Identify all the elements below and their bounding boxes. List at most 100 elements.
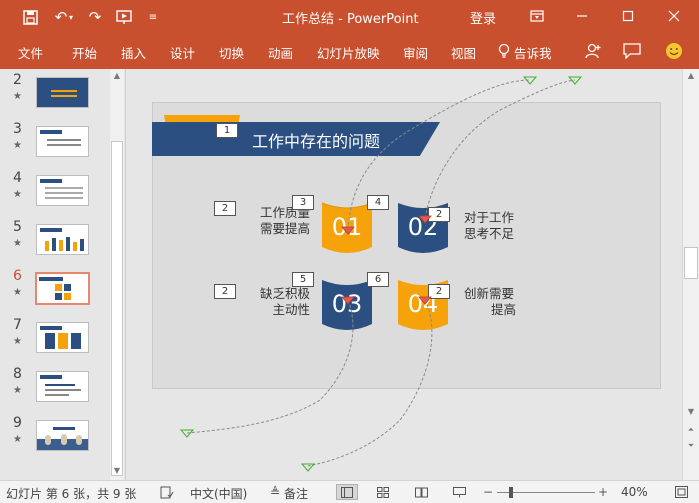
animation-tag[interactable]: 4 (367, 195, 389, 210)
tab-review[interactable]: 审阅 (403, 43, 428, 62)
maximize-icon[interactable] (613, 4, 643, 28)
editor-scrollbar-thumb[interactable] (684, 247, 698, 279)
normal-view-icon[interactable] (336, 484, 358, 500)
scroll-down-icon[interactable]: ▼ (684, 407, 698, 417)
minimize-icon[interactable] (567, 4, 597, 28)
item-number: 03 (331, 290, 363, 318)
animation-star-icon: ★ (13, 336, 22, 347)
thumbnail-slide-4[interactable] (36, 175, 89, 206)
save-icon[interactable] (19, 6, 41, 28)
lightbulb-icon[interactable] (496, 41, 512, 61)
item-cylinder-03[interactable]: 03 (322, 274, 372, 332)
zoom-slider-thumb[interactable] (509, 487, 513, 498)
animation-star-icon: ★ (13, 189, 22, 200)
slide-counter[interactable]: 幻灯片 第 6 张，共 9 张 (6, 485, 136, 502)
item-cylinder-02[interactable]: 02 (398, 197, 448, 255)
scroll-up-icon[interactable]: ▲ (111, 71, 123, 81)
thumbnail-slide-3[interactable] (36, 126, 89, 157)
item-number: 01 (331, 213, 363, 241)
document-title: 工作总结 - PowerPoint (282, 12, 419, 27)
item-cylinder-01[interactable]: 01 (322, 197, 372, 255)
thumbnails-scrollbar-thumb[interactable] (111, 141, 123, 476)
item-text-line: 思考不足 (464, 226, 515, 241)
thumbnail-slide-6[interactable] (35, 272, 90, 305)
item-text-02[interactable]: 对于工作 思考不足 (464, 210, 524, 242)
item-text-04[interactable]: 创新需要 提高 (464, 286, 516, 318)
item-text-line: 对于工作 (464, 210, 515, 225)
previous-slide-icon[interactable]: ⏶ (684, 425, 698, 437)
customize-toolbar-icon[interactable]: ≡ (142, 6, 164, 28)
scroll-down-icon[interactable]: ▼ (111, 466, 123, 476)
redo-icon[interactable]: ↷ (84, 6, 106, 28)
thumbnail-number: 7 (13, 317, 22, 333)
tab-animations[interactable]: 动画 (268, 43, 293, 62)
reading-view-icon[interactable] (412, 484, 430, 500)
animation-star-icon: ★ (13, 287, 22, 298)
item-text-line: 需要提高 (259, 221, 310, 236)
slide-thumbnails-pane: ▲ ▼ 2 ★ 3 ★ 4 ★ 5 ★ 6 ★ 7 ★ 8 ★ 9 ★ (0, 69, 126, 480)
title-bar: ↶ ▾ ↷ ≡ 工作总结 - PowerPoint 登录 (0, 0, 699, 33)
undo-dropdown-icon[interactable]: ▾ (66, 6, 76, 28)
sign-in-link[interactable]: 登录 (470, 8, 496, 27)
editor-vertical-scrollbar[interactable]: ▲ ▼ ⏶ ⏷ (682, 69, 699, 480)
tab-design[interactable]: 设计 (170, 43, 195, 62)
slideshow-from-start-icon[interactable] (113, 6, 135, 28)
animation-star-icon: ★ (13, 434, 22, 445)
close-icon[interactable] (659, 4, 689, 28)
thumbnail-number: 5 (13, 219, 22, 235)
thumbnail-slide-5[interactable] (36, 224, 89, 255)
item-text-line: 提高 (490, 302, 516, 317)
scroll-up-icon[interactable]: ▲ (684, 71, 698, 81)
tab-insert[interactable]: 插入 (121, 43, 146, 62)
language-indicator[interactable]: 中文(中国) (190, 485, 247, 502)
thumbnail-number: 4 (13, 170, 22, 186)
slide-sorter-icon[interactable] (374, 484, 392, 500)
item-cylinder-04[interactable]: 04 (398, 274, 448, 332)
thumbnail-slide-2[interactable] (36, 77, 89, 108)
ribbon-display-options-icon[interactable] (522, 4, 552, 28)
thumbnail-number: 9 (13, 415, 22, 431)
animation-star-icon: ★ (13, 91, 22, 102)
animation-tag[interactable]: 6 (367, 272, 389, 287)
animation-star-icon: ★ (13, 238, 22, 249)
spell-check-icon[interactable] (158, 484, 176, 500)
tab-home[interactable]: 开始 (72, 43, 97, 62)
tab-view[interactable]: 视图 (451, 43, 476, 62)
zoom-in-icon[interactable]: + (594, 484, 612, 500)
animation-tag[interactable]: 2 (428, 207, 450, 222)
smiley-feedback-icon[interactable] (662, 39, 686, 63)
thumbnail-number: 2 (13, 72, 22, 88)
animation-tag[interactable]: 2 (214, 201, 236, 216)
thumbnail-slide-8[interactable] (36, 371, 89, 402)
fit-to-window-icon[interactable] (672, 484, 690, 500)
slide-title[interactable]: 工作中存在的问题 (252, 128, 380, 152)
notes-icon[interactable]: ≜ (266, 484, 284, 500)
thumbnail-slide-9[interactable] (36, 420, 89, 451)
zoom-out-icon[interactable]: − (479, 484, 497, 500)
tab-file[interactable]: 文件 (18, 43, 43, 62)
item-text-03[interactable]: 缺乏积极 主动性 (254, 286, 310, 318)
animation-star-icon: ★ (13, 140, 22, 151)
item-text-line: 主动性 (272, 302, 310, 317)
share-person-icon[interactable] (581, 39, 605, 63)
animation-tag[interactable]: 2 (214, 284, 236, 299)
slideshow-view-icon[interactable] (450, 484, 468, 500)
next-slide-icon[interactable]: ⏷ (684, 441, 698, 453)
animation-tag[interactable]: 1 (216, 123, 238, 138)
thumbnail-number: 8 (13, 366, 22, 382)
thumbnail-number: 3 (13, 121, 22, 137)
zoom-level[interactable]: 40% (621, 485, 648, 499)
item-text-line: 创新需要 (464, 286, 515, 301)
tab-transitions[interactable]: 切换 (219, 43, 244, 62)
thumbnail-slide-7[interactable] (36, 322, 89, 353)
animation-tag[interactable]: 2 (428, 284, 450, 299)
ribbon-tabs: 文件 开始 插入 设计 切换 动画 幻灯片放映 审阅 视图 告诉我 (0, 33, 699, 69)
status-bar: 幻灯片 第 6 张，共 9 张 中文(中国) ≜ 备注 − + 40% (0, 480, 699, 503)
tell-me-search[interactable]: 告诉我 (514, 43, 552, 62)
animation-tag[interactable]: 5 (292, 272, 314, 287)
animation-tag[interactable]: 3 (292, 195, 314, 210)
tab-slideshow[interactable]: 幻灯片放映 (317, 43, 380, 62)
notes-button[interactable]: 备注 (284, 485, 308, 502)
item-text-line: 缺乏积极 (259, 286, 310, 301)
comment-icon[interactable] (620, 39, 644, 63)
